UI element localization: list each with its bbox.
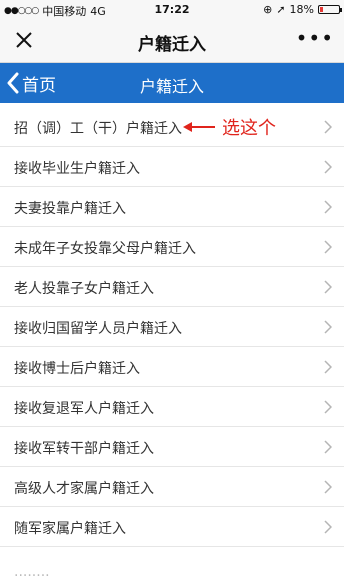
- list-item[interactable]: 随军家属户籍迁入: [0, 507, 344, 547]
- location-icon: ➚: [276, 3, 286, 16]
- list-item[interactable]: 接收军转干部户籍迁入: [0, 427, 344, 467]
- chevron-right-icon: [324, 520, 332, 534]
- list-item[interactable]: 招（调）工（干）户籍迁入 选这个: [0, 107, 344, 147]
- chevron-right-icon: [324, 200, 332, 214]
- chevron-right-icon: [324, 160, 332, 174]
- app-header: 首页 户籍迁入: [0, 63, 344, 103]
- list-item-label: 接收毕业生户籍迁入: [14, 161, 140, 177]
- battery-percent: 18%: [289, 3, 314, 16]
- list-item-label: 接收复退军人户籍迁入: [14, 401, 154, 417]
- list-item[interactable]: 接收归国留学人员户籍迁入: [0, 307, 344, 347]
- chevron-right-icon: [324, 440, 332, 454]
- list-item-label: 老人投靠子女户籍迁入: [14, 281, 154, 297]
- list-item-label: 招（调）工（干）户籍迁入: [14, 121, 182, 137]
- chevron-right-icon: [324, 320, 332, 334]
- status-right: ⊕ ➚ 18%: [263, 3, 342, 16]
- list-item-label: 接收归国留学人员户籍迁入: [14, 321, 182, 337]
- list-item[interactable]: 老人投靠子女户籍迁入: [0, 267, 344, 307]
- chevron-right-icon: [324, 360, 332, 374]
- list-item[interactable]: 未成年子女投靠父母户籍迁入: [0, 227, 344, 267]
- list-item-label: 高级人才家属户籍迁入: [14, 481, 154, 497]
- list-item-label: 接收军转干部户籍迁入: [14, 441, 154, 457]
- battery-icon: [318, 5, 342, 14]
- page-title: 户籍迁入: [139, 77, 204, 96]
- list-item-partial: ········: [14, 568, 50, 577]
- list-item[interactable]: 接收复退军人户籍迁入: [0, 387, 344, 427]
- arrow-left-icon: [183, 122, 215, 132]
- list-item-label: 未成年子女投靠父母户籍迁入: [14, 241, 196, 257]
- chevron-right-icon: [324, 120, 332, 134]
- alarm-icon: ⊕: [263, 3, 273, 16]
- list-item-label: 夫妻投靠户籍迁入: [14, 201, 126, 217]
- list-item[interactable]: 接收毕业生户籍迁入: [0, 147, 344, 187]
- annotation: 选这个: [182, 117, 276, 139]
- status-bar: ●●○○○ 中国移动 4G 17:22 ⊕ ➚ 18%: [0, 0, 344, 20]
- list-item[interactable]: 高级人才家属户籍迁入: [0, 467, 344, 507]
- chevron-right-icon: [324, 280, 332, 294]
- chevron-right-icon: [324, 240, 332, 254]
- list-item-label: 随军家属户籍迁入: [14, 521, 126, 537]
- battery-fill: [320, 7, 323, 12]
- list-item[interactable]: 接收博士后户籍迁入: [0, 347, 344, 387]
- migration-type-list: 招（调）工（干）户籍迁入 选这个接收毕业生户籍迁入 夫妻投靠户籍迁入未成年子女投靠父…: [0, 107, 344, 547]
- wechat-title: 户籍迁入: [138, 35, 206, 55]
- list-item[interactable]: 夫妻投靠户籍迁入: [0, 187, 344, 227]
- annotation-text: 选这个: [222, 118, 276, 139]
- wechat-nav-bar: 户籍迁入 •••: [0, 20, 344, 63]
- chevron-right-icon: [324, 480, 332, 494]
- chevron-right-icon: [324, 400, 332, 414]
- list-item-label: 接收博士后户籍迁入: [14, 361, 140, 377]
- more-icon[interactable]: •••: [296, 28, 334, 48]
